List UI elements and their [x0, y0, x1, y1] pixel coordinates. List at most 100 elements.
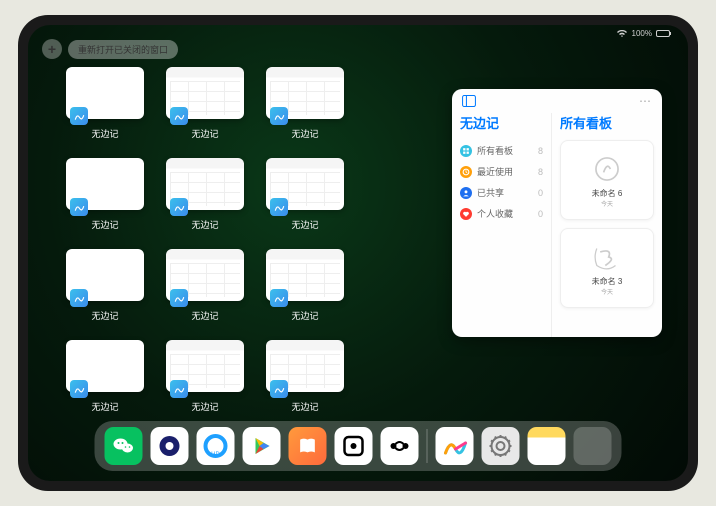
freeform-app-icon	[270, 289, 288, 307]
dock-app-freeform[interactable]	[436, 427, 474, 465]
freeform-app-icon	[270, 107, 288, 125]
battery-icon	[656, 30, 670, 37]
dock-app-multi[interactable]	[574, 427, 612, 465]
window-thumbnails-grid: 无边记无边记无边记无边记无边记无边记无边记无边记无边记无边记无边记无边记	[66, 67, 344, 413]
sidebar-item-icon	[460, 145, 472, 157]
sidebar-item-label: 所有看板	[477, 144, 513, 157]
dock-app-play[interactable]	[243, 427, 281, 465]
thumbnail-preview[interactable]	[166, 340, 244, 392]
thumbnail-preview[interactable]	[166, 158, 244, 210]
sidebar-item-count: 0	[538, 188, 543, 198]
sidebar-item-label: 个人收藏	[477, 207, 513, 220]
dock-app-dice[interactable]	[335, 427, 373, 465]
freeform-app-icon	[170, 198, 188, 216]
new-window-button[interactable]: +	[42, 39, 62, 59]
window-thumbnail[interactable]: 无边记	[166, 340, 244, 413]
wifi-icon	[616, 30, 628, 38]
window-thumbnail[interactable]: 无边记	[66, 67, 144, 140]
sidebar-item[interactable]: 已共享 0	[460, 182, 543, 203]
dock-app-wechat[interactable]	[105, 427, 143, 465]
thumbnail-preview[interactable]	[266, 67, 344, 119]
freeform-app-icon	[170, 107, 188, 125]
window-thumbnail[interactable]: 无边记	[166, 249, 244, 322]
freeform-app-icon	[270, 380, 288, 398]
sidebar-item-count: 0	[538, 209, 543, 219]
thumbnail-label: 无边记	[91, 400, 118, 413]
sidebar-item-label: 最近使用	[477, 165, 513, 178]
sidebar-item-label: 已共享	[477, 186, 504, 199]
thumbnail-preview[interactable]	[266, 340, 344, 392]
freeform-app-icon	[70, 380, 88, 398]
dock-app-books[interactable]	[289, 427, 327, 465]
thumbnail-preview[interactable]	[166, 67, 244, 119]
sidebar-toggle-icon[interactable]	[462, 95, 476, 107]
reopen-closed-window-button[interactable]: 重新打开已关闭的窗口	[68, 40, 178, 59]
thumbnail-preview[interactable]	[66, 158, 144, 210]
ipad-frame: 100% + 重新打开已关闭的窗口 无边记无边记无边记无边记无边记无边记无边记无…	[18, 15, 698, 491]
thumbnail-label: 无边记	[191, 218, 218, 231]
board-name: 未命名 3	[592, 276, 623, 287]
sidebar-item[interactable]: 最近使用 8	[460, 161, 543, 182]
status-bar: 100%	[616, 29, 670, 38]
panel-left-title: 无边记	[460, 113, 543, 132]
window-thumbnail[interactable]: 无边记	[266, 158, 344, 231]
dock-app-browser[interactable]: HD	[197, 427, 235, 465]
battery-percent: 100%	[632, 29, 652, 38]
thumbnail-label: 无边记	[291, 400, 318, 413]
sidebar-item-icon	[460, 166, 472, 178]
dock-separator	[427, 429, 428, 463]
freeform-panel[interactable]: ⋯ 无边记 所有看板8最近使用8已共享0个人收藏0 所有看板 未命名 6今天未命…	[452, 89, 662, 337]
sidebar-item[interactable]: 个人收藏 0	[460, 203, 543, 224]
freeform-app-icon	[170, 380, 188, 398]
board-card[interactable]: 未命名 6今天	[560, 140, 654, 220]
sidebar-item-count: 8	[538, 146, 543, 156]
sidebar-item[interactable]: 所有看板 8	[460, 140, 543, 161]
thumbnail-label: 无边记	[291, 309, 318, 322]
window-thumbnail[interactable]: 无边记	[66, 340, 144, 413]
thumbnail-label: 无边记	[91, 127, 118, 140]
thumbnail-label: 无边记	[191, 127, 218, 140]
window-thumbnail[interactable]: 无边记	[166, 67, 244, 140]
dock-app-settings[interactable]	[482, 427, 520, 465]
sidebar-item-icon	[460, 208, 472, 220]
svg-text:HD: HD	[211, 452, 220, 458]
board-date: 今天	[601, 287, 613, 296]
window-thumbnail[interactable]: 无边记	[66, 249, 144, 322]
freeform-app-icon	[270, 198, 288, 216]
screen: 100% + 重新打开已关闭的窗口 无边记无边记无边记无边记无边记无边记无边记无…	[28, 25, 688, 481]
window-thumbnail[interactable]: 无边记	[266, 67, 344, 140]
window-thumbnail[interactable]: 无边记	[166, 158, 244, 231]
thumbnail-label: 无边记	[91, 218, 118, 231]
board-name: 未命名 6	[592, 188, 623, 199]
thumbnail-preview[interactable]	[66, 67, 144, 119]
thumbnail-label: 无边记	[191, 309, 218, 322]
dock-app-connect[interactable]	[381, 427, 419, 465]
board-card[interactable]: 未命名 3今天	[560, 228, 654, 308]
panel-content: 所有看板 未命名 6今天未命名 3今天	[552, 113, 662, 337]
panel-sidebar: 无边记 所有看板 8 最近使用 8 已共享 0 个人收藏 0	[452, 113, 552, 337]
thumbnail-label: 无边记	[291, 127, 318, 140]
freeform-app-icon	[170, 289, 188, 307]
panel-header: ⋯	[452, 89, 662, 113]
window-thumbnail[interactable]: 无边记	[266, 249, 344, 322]
panel-right-title: 所有看板	[560, 113, 654, 132]
thumbnail-preview[interactable]	[266, 158, 344, 210]
dock-app-quark[interactable]	[151, 427, 189, 465]
freeform-app-icon	[70, 107, 88, 125]
thumbnail-label: 无边记	[291, 218, 318, 231]
thumbnail-label: 无边记	[191, 400, 218, 413]
top-buttons: + 重新打开已关闭的窗口	[42, 39, 178, 59]
thumbnail-preview[interactable]	[166, 249, 244, 301]
board-date: 今天	[601, 199, 613, 208]
freeform-app-icon	[70, 198, 88, 216]
sidebar-item-icon	[460, 187, 472, 199]
dock-app-notes[interactable]	[528, 427, 566, 465]
window-thumbnail[interactable]: 无边记	[266, 340, 344, 413]
window-thumbnail[interactable]: 无边记	[66, 158, 144, 231]
thumbnail-preview[interactable]	[66, 340, 144, 392]
thumbnail-preview[interactable]	[66, 249, 144, 301]
more-icon[interactable]: ⋯	[639, 94, 652, 108]
sidebar-item-count: 8	[538, 167, 543, 177]
freeform-app-icon	[70, 289, 88, 307]
thumbnail-preview[interactable]	[266, 249, 344, 301]
